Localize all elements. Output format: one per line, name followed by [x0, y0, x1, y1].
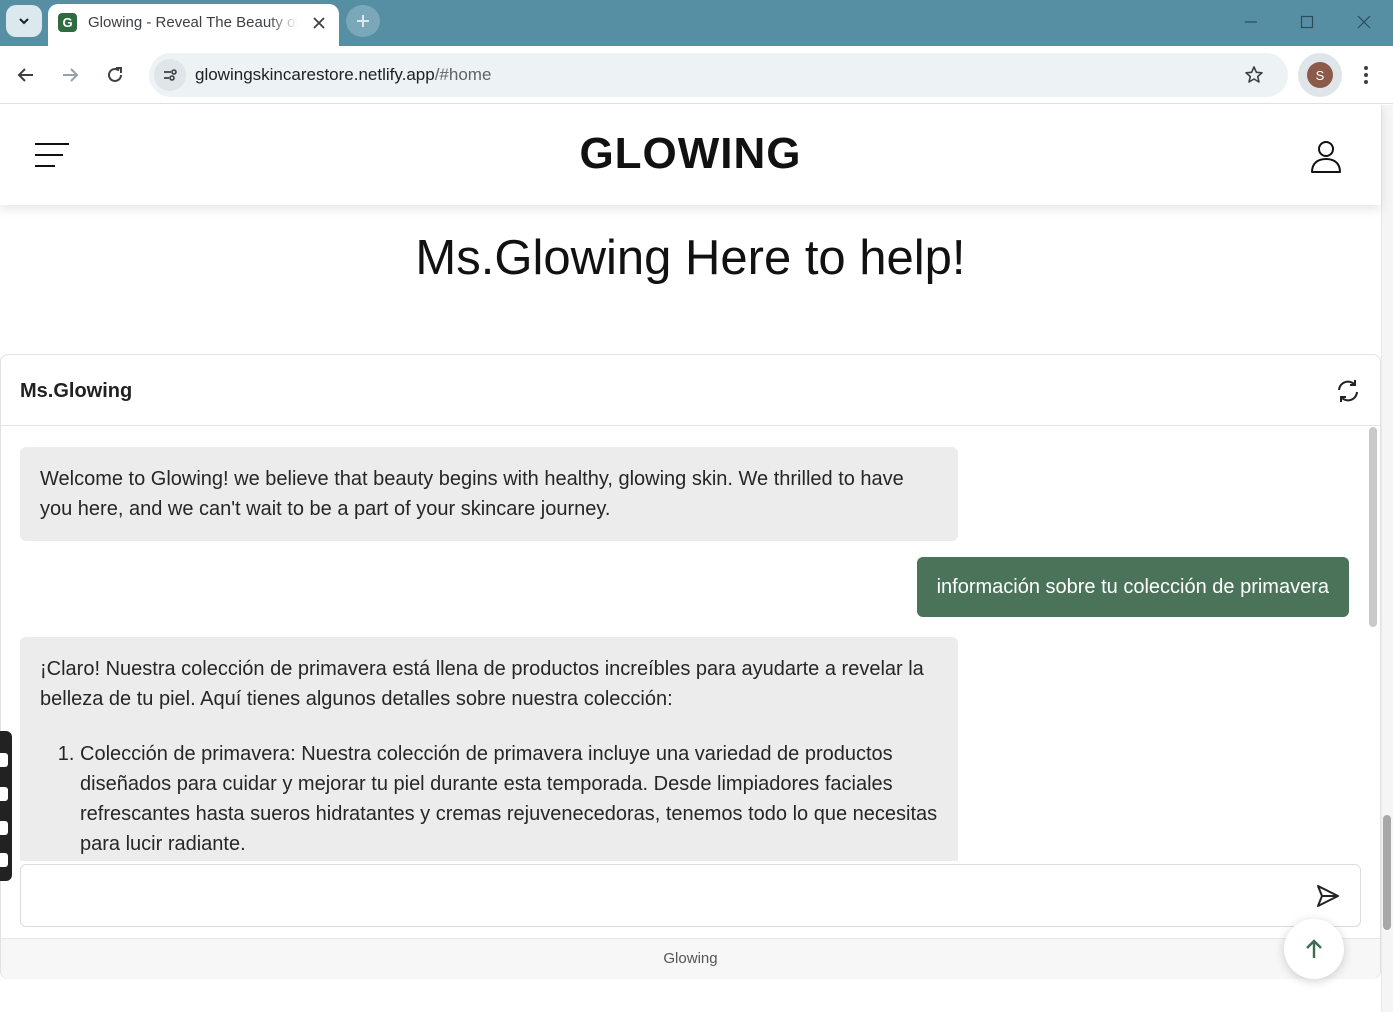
minimize-button[interactable] — [1236, 8, 1266, 36]
minimize-icon — [1245, 21, 1257, 23]
page-title: Ms.Glowing Here to help! — [415, 231, 966, 285]
close-icon — [313, 17, 325, 29]
tab-search-button[interactable] — [6, 5, 42, 37]
back-arrow-icon — [17, 68, 33, 82]
scroll-to-top-button[interactable] — [1284, 919, 1344, 979]
side-widget-icon — [0, 853, 8, 867]
page-scrollbar[interactable] — [1381, 105, 1393, 1012]
send-button[interactable] — [1315, 883, 1341, 909]
star-icon — [1245, 66, 1263, 83]
close-icon — [1357, 15, 1371, 29]
tab-close-button[interactable] — [309, 13, 329, 33]
side-widget-icon — [0, 787, 8, 801]
profile-button[interactable]: S — [1298, 53, 1342, 97]
site-logo[interactable]: GLOWING — [0, 129, 1381, 179]
forward-arrow-icon — [63, 68, 79, 82]
bot-message: ¡Claro! Nuestra colección de primavera e… — [20, 637, 958, 861]
favicon: G — [58, 13, 77, 32]
bookmark-button[interactable] — [1242, 63, 1266, 87]
chat-footer: Glowing — [1, 938, 1380, 979]
maximize-button[interactable] — [1292, 8, 1322, 36]
chat-assistant-name: Ms.Glowing — [20, 380, 133, 402]
browser-menu-button[interactable] — [1352, 61, 1380, 89]
reload-icon — [108, 67, 122, 82]
bot-message: Welcome to Glowing! we believe that beau… — [20, 447, 958, 541]
arrow-up-icon — [1306, 939, 1322, 958]
user-icon — [1311, 141, 1341, 173]
back-button[interactable] — [10, 59, 42, 91]
browser-tab-bar: G Glowing - Reveal The Beauty of Skin — [0, 0, 1393, 46]
tab-title: Glowing - Reveal The Beauty of Skin — [88, 14, 298, 31]
browser-tab-active[interactable]: G Glowing - Reveal The Beauty of Skin — [48, 4, 339, 46]
url-host: glowingskincarestore.netlify.app — [195, 65, 435, 84]
user-message: información sobre tu colección de primav… — [916, 557, 1349, 617]
site-info-button[interactable] — [154, 59, 186, 91]
forward-button[interactable] — [54, 59, 86, 91]
window-close-button[interactable] — [1349, 8, 1379, 36]
site-info-icon — [164, 69, 177, 81]
chat-widget: Ms.Glowing Welcome to Glowing! we believ… — [0, 354, 1381, 979]
chevron-down-icon — [19, 18, 29, 25]
list-item: Colección de primavera: Nuestra colecció… — [80, 739, 938, 859]
avatar: S — [1307, 62, 1333, 88]
refresh-icon — [1338, 380, 1358, 402]
chat-input-row — [20, 864, 1361, 927]
chat-message-input[interactable] — [22, 866, 1292, 925]
plus-icon — [357, 15, 369, 27]
site-header: GLOWING — [0, 105, 1381, 205]
url-text: glowingskincarestore.netlify.app/#home — [195, 65, 491, 85]
new-tab-button[interactable] — [346, 5, 380, 37]
maximize-icon — [1300, 15, 1314, 29]
page-scrollbar-thumb[interactable] — [1383, 815, 1391, 930]
messages-scrollbar[interactable] — [1369, 427, 1377, 627]
bot-message-text: ¡Claro! Nuestra colección de primavera e… — [40, 658, 924, 710]
refresh-chat-button[interactable] — [1335, 378, 1361, 404]
page-viewport: GLOWING Ms.Glowing Here to help! Ms.Glow… — [0, 105, 1393, 1012]
account-button[interactable] — [1309, 139, 1343, 173]
side-toolbar-widget[interactable] — [0, 731, 12, 881]
side-widget-icon — [0, 753, 8, 767]
url-path: /#home — [434, 65, 492, 84]
browser-toolbar: glowingskincarestore.netlify.app/#home S — [0, 46, 1393, 104]
send-icon — [1317, 885, 1339, 907]
bot-message-list: Colección de primavera: Nuestra colecció… — [40, 739, 938, 859]
side-widget-icon — [0, 821, 8, 835]
chat-header: Ms.Glowing — [1, 355, 1380, 426]
reload-button[interactable] — [99, 59, 131, 91]
kebab-icon — [1364, 66, 1368, 84]
address-bar[interactable]: glowingskincarestore.netlify.app/#home — [149, 53, 1288, 97]
chat-messages[interactable]: Welcome to Glowing! we believe that beau… — [1, 427, 1379, 861]
